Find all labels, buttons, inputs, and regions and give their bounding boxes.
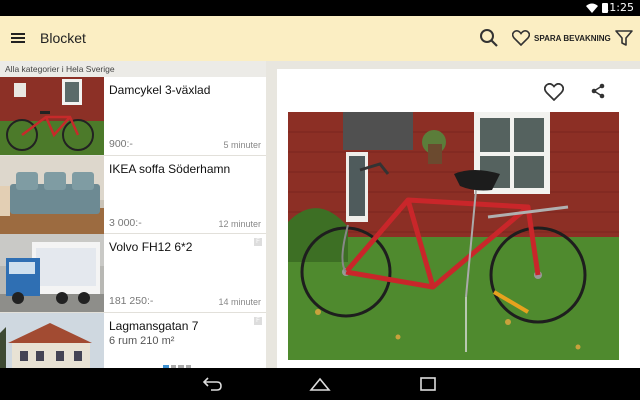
heart-outline-icon[interactable] — [544, 83, 564, 101]
share-icon[interactable] — [590, 83, 606, 99]
listing-price: 3 000:- — [109, 216, 142, 229]
listing-photo[interactable] — [288, 112, 619, 360]
list-item[interactable]: IKEA soffa Söderhamn 3 000:- 12 minuter — [0, 155, 266, 234]
listing-thumbnail — [0, 155, 104, 234]
content-area: Alla kategorier i Hela Sverige Damcykel … — [0, 61, 640, 368]
breadcrumb: Alla kategorier i Hela Sverige — [0, 61, 266, 77]
listing-thumbnail — [0, 77, 104, 155]
recents-icon[interactable] — [417, 376, 439, 392]
listing-thumbnail — [0, 234, 104, 312]
back-icon[interactable] — [201, 376, 223, 392]
app-title: Blocket — [40, 30, 86, 46]
status-bar: 11:25 — [0, 0, 640, 16]
status-time: 11:25 — [602, 1, 634, 14]
listing-title: Lagmansgatan 7 — [109, 318, 199, 333]
listing-title: Damcykel 3-växlad — [109, 83, 211, 97]
home-icon[interactable] — [309, 376, 331, 392]
listing-price: 900:- — [109, 138, 133, 150]
menu-icon[interactable] — [10, 30, 26, 46]
store-badge: F — [254, 316, 262, 325]
listing-title: IKEA soffa Söderhamn — [109, 161, 231, 176]
list-item[interactable]: Damcykel 3-växlad 900:- 5 minuter — [0, 77, 266, 156]
list-item[interactable]: F Volvo FH12 6*2 181 250:- 14 minuter — [0, 234, 266, 313]
listing-time: 5 minuter — [223, 140, 261, 150]
navigation-bar — [0, 368, 640, 400]
listing-price: 181 250:- — [109, 295, 154, 307]
app-bar: Blocket SPARA BEVAKNING — [0, 16, 640, 61]
list-item[interactable]: F Lagmansgatan 7 6 rum 210 m² — [0, 312, 266, 368]
save-search-label: SPARA BEVAKNING — [534, 33, 611, 43]
heart-icon — [512, 30, 530, 46]
listing-details: 6 rum 210 m² — [109, 334, 175, 347]
filter-icon[interactable] — [614, 28, 634, 48]
listing-time: 12 minuter — [218, 218, 261, 229]
listing-thumbnail — [0, 312, 104, 368]
store-badge: F — [254, 238, 262, 246]
listing-list[interactable]: Damcykel 3-växlad 900:- 5 minuter IKEA s… — [0, 77, 266, 368]
listing-detail — [277, 69, 640, 368]
listing-time: 14 minuter — [218, 297, 261, 307]
listing-title: Volvo FH12 6*2 — [109, 240, 193, 254]
wifi-icon — [586, 3, 598, 13]
search-icon[interactable] — [479, 28, 499, 48]
save-search-button[interactable]: SPARA BEVAKNING — [512, 28, 611, 48]
